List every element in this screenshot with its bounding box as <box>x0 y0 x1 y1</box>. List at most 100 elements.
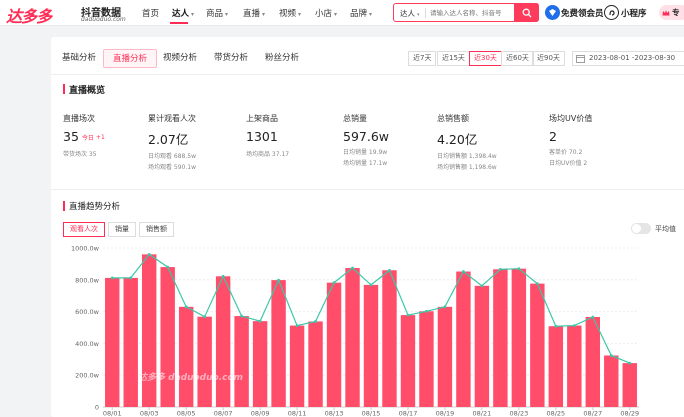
nav-item-home[interactable]: 首页 <box>142 7 159 19</box>
nav-item-live[interactable]: 直播 ▾ <box>243 7 265 19</box>
range-7-days[interactable]: 近7天 <box>408 51 437 66</box>
chart-bar <box>289 325 305 407</box>
date-range-picker[interactable]: 2023-08-01 -2023-08-30 <box>572 51 684 66</box>
chart-bar <box>604 355 619 407</box>
logo-mark: 达多多 <box>6 7 52 26</box>
chevron-down-icon: ▾ <box>369 11 373 18</box>
chart-bar <box>105 277 120 407</box>
chart-bar <box>474 285 490 407</box>
metric-tab-revenue[interactable]: 销售额 <box>139 222 174 237</box>
chart-bar <box>456 271 471 407</box>
chart-bar <box>160 267 175 407</box>
chart-bar <box>363 284 379 407</box>
chart-bar <box>252 321 268 407</box>
chart-bar <box>197 316 212 407</box>
stat-label: 累计观看人次 <box>148 114 196 123</box>
member-icon <box>545 5 560 20</box>
chart-bar <box>585 317 601 407</box>
chevron-down-icon: ▾ <box>417 12 420 18</box>
mini-program-link[interactable]: 小程序 <box>621 7 647 19</box>
date-range-text: 2023-08-01 -2023-08-30 <box>589 54 676 62</box>
average-toggle[interactable] <box>631 223 651 234</box>
nav-item-shops[interactable]: 小店 ▾ <box>315 7 337 19</box>
range-15-days[interactable]: 近15天 <box>437 51 470 66</box>
chevron-down-icon: ▾ <box>225 11 229 18</box>
stat-value: 2.07亿 <box>148 132 189 147</box>
search-button[interactable] <box>514 3 539 22</box>
nav-item-brands[interactable]: 品牌 ▾ <box>350 7 372 19</box>
stat-sub: 场均销量 17.1w <box>343 160 388 167</box>
chart-bar <box>345 268 360 407</box>
stat-listed-products: 上架商品 1301 场均商品 37.17 <box>246 113 341 158</box>
chart-bar <box>493 269 508 407</box>
today-delta: +1 <box>95 134 105 141</box>
tab-fans-analysis[interactable]: 粉丝分析 <box>256 49 308 68</box>
stat-value: 35 今日 +1 <box>63 129 105 144</box>
nav-item-products[interactable]: 商品 ▾ <box>206 7 228 19</box>
stat-label: 上架商品 <box>246 114 278 123</box>
metric-tab-views[interactable]: 观看人次 <box>63 222 105 237</box>
chart-bar <box>326 282 342 407</box>
tab-live-analysis[interactable]: 直播分析 <box>103 49 158 68</box>
stat-sub: 客单价 70.2 <box>549 149 583 156</box>
pro-badge-label: 专 <box>672 8 680 17</box>
tab-basic-analysis[interactable]: 基础分析 <box>53 49 105 68</box>
trend-title: 直播趋势分析 <box>63 200 120 212</box>
search-icon <box>522 8 531 17</box>
overview-title: 直播概览 <box>63 83 105 96</box>
stat-value: 1301 <box>246 129 278 144</box>
range-90-days[interactable]: 近90天 <box>532 51 565 66</box>
chevron-down-icon: ▾ <box>298 11 302 18</box>
stat-sub: 日均UV价值 2 <box>549 160 588 167</box>
mini-program-icon <box>604 5 619 20</box>
chart-bar <box>141 254 157 407</box>
search-box: 达人 ▾ <box>393 3 539 22</box>
stat-sub: 场均销售额 1,198.6w <box>437 164 497 171</box>
range-60-days[interactable]: 近60天 <box>501 51 534 66</box>
stat-sub: 日均销售额 1,398.4w <box>437 153 497 160</box>
chart-bar <box>567 325 582 407</box>
chart-bar <box>123 277 138 407</box>
search-type-select[interactable]: 达人 ▾ <box>400 8 420 19</box>
chart-bar <box>622 363 637 407</box>
chart-bar <box>511 268 527 407</box>
tab-video-analysis[interactable]: 视频分析 <box>154 49 206 68</box>
stat-label: 场均UV价值 <box>549 114 593 123</box>
nav-item-videos[interactable]: 视频 ▾ <box>279 7 301 19</box>
stat-total-views: 累计观看人次 2.07亿 日均观看 688.5w 场均观看 590.1w <box>148 113 243 171</box>
calendar-icon <box>576 55 585 63</box>
stat-sub: 日均观看 688.5w <box>148 153 196 160</box>
chart-bar <box>215 276 231 407</box>
section-divider <box>51 189 684 190</box>
stat-label: 总销量 <box>343 114 367 123</box>
toggle-knob <box>632 224 641 233</box>
nav-item-influencers[interactable]: 达人 ▾ <box>172 7 194 19</box>
today-badge: 今日 <box>81 135 94 142</box>
site-logo[interactable]: 达多多 抖音数据 daduoduo.com <box>6 3 131 26</box>
metric-tab-sales-volume[interactable]: 销量 <box>108 222 136 237</box>
chart-bar <box>437 306 453 407</box>
chart-bar <box>308 321 323 407</box>
pro-badge[interactable]: 专 <box>659 5 684 20</box>
chart-bar <box>400 315 416 407</box>
stat-sub: 场均商品 37.17 <box>246 151 290 158</box>
tab-sales-analysis[interactable]: 带货分析 <box>205 49 257 68</box>
chart-bar <box>382 270 397 407</box>
stat-sub: 日均销量 19.9w <box>343 149 388 156</box>
stat-total-sales: 总销量 597.6w 日均销量 19.9w 场均销量 17.1w <box>343 113 438 167</box>
stat-live-sessions: 直播场次 35 今日 +1 带货场次 35 <box>63 113 158 158</box>
range-30-days[interactable]: 近30天 <box>469 51 502 66</box>
search-input[interactable] <box>430 6 510 19</box>
watermark: 达多多 daduoduo.com <box>138 373 244 383</box>
chevron-down-icon: ▾ <box>334 11 338 18</box>
stat-total-revenue: 总销售额 4.20亿 日均销售额 1,398.4w 场均销售额 1,198.6w <box>437 113 532 171</box>
nav-active-indicator <box>170 22 188 24</box>
stat-value: 4.20亿 <box>437 132 478 147</box>
logo-domain: daduoduo.com <box>81 16 126 23</box>
stat-uv-value: 场均UV价值 2 客单价 70.2 日均UV价值 2 <box>549 113 644 167</box>
stat-value: 2 <box>549 129 557 144</box>
stat-label: 总销售额 <box>437 114 469 123</box>
free-membership-link[interactable]: 免费领会员 <box>561 7 604 19</box>
chart-bar <box>178 306 194 407</box>
analysis-tabs: 基础分析 直播分析 视频分析 带货分析 粉丝分析 近7天 近15天 近30天 近… <box>51 37 684 75</box>
